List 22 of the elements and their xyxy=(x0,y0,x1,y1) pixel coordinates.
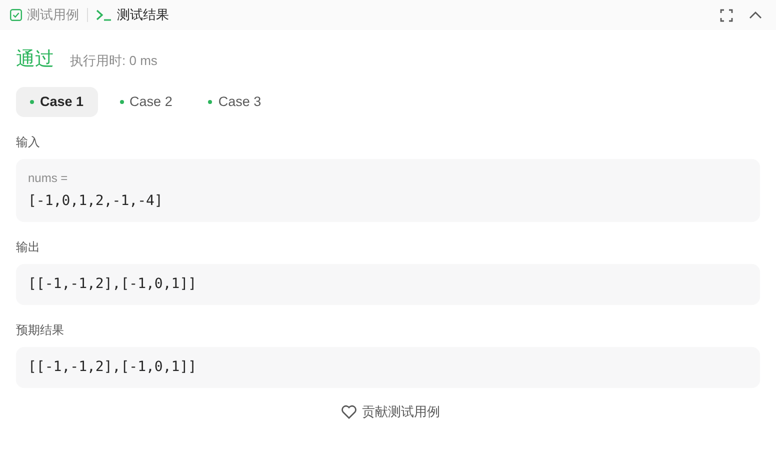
param-value: [-1,0,1,2,-1,-4] xyxy=(28,192,164,211)
panel-tab[interactable]: 测试结果 xyxy=(96,5,169,25)
fullscreen-icon[interactable] xyxy=(720,8,733,22)
collapse-icon[interactable] xyxy=(749,11,762,19)
checkbox-icon xyxy=(10,9,22,21)
section-label: 输入 xyxy=(16,134,41,151)
status-dot-icon xyxy=(208,100,212,104)
result-value: [[-1,-1,2],[-1,0,1]] xyxy=(28,358,198,377)
runtime-text: 执行用时: 0 ms xyxy=(70,52,158,70)
param-name: nums = xyxy=(28,170,69,187)
status-dot-icon xyxy=(120,100,124,104)
case-tab[interactable]: Case 1 xyxy=(16,86,98,117)
status-dot-icon xyxy=(30,100,34,104)
case-tab[interactable]: Case 2 xyxy=(106,86,186,117)
status-text: 通过 xyxy=(16,48,54,72)
contribute-button[interactable]: 贡献测试用例 xyxy=(341,402,440,422)
result-value: [[-1,-1,2],[-1,0,1]] xyxy=(28,274,198,294)
section-label: 输出 xyxy=(16,238,41,256)
terminal-icon xyxy=(96,9,112,21)
heart-icon xyxy=(341,404,357,418)
section-label: 预期结果 xyxy=(16,322,65,339)
case-tab[interactable]: Case 3 xyxy=(194,86,276,117)
